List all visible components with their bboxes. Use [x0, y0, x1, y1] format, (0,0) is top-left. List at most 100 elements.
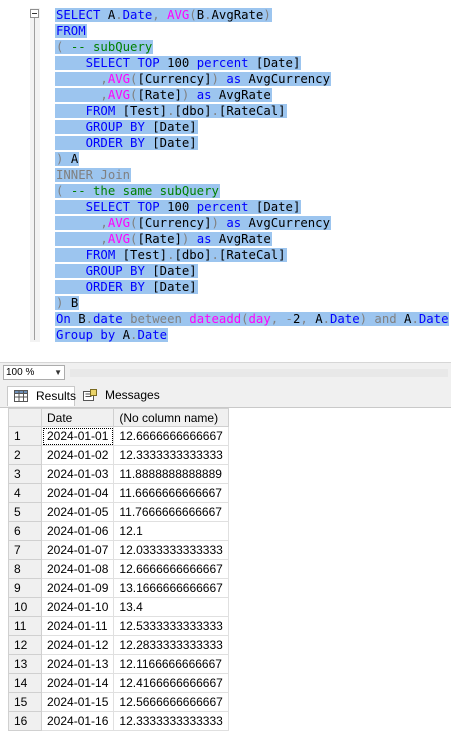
value-cell[interactable]: 12.6666666666667	[113, 426, 229, 446]
table-row[interactable]: 4 2024-01-04 11.6666666666667	[8, 483, 229, 503]
table-row[interactable]: 9 2024-01-09 13.1666666666667	[8, 578, 229, 598]
selected-text: ,AVG([Currency]) as AvgCurrency	[55, 72, 331, 86]
table-row[interactable]: 15 2024-01-15 12.5666666666667	[8, 692, 229, 712]
date-cell[interactable]: 2024-01-11	[40, 616, 115, 636]
date-cell[interactable]: 2024-01-05	[40, 502, 115, 522]
row-number[interactable]: 7	[8, 540, 42, 560]
value-cell[interactable]: 12.1166666666667	[113, 654, 229, 674]
code-line[interactable]: INNER Join	[55, 167, 132, 183]
horizontal-scrollbar[interactable]	[70, 369, 448, 377]
code-line[interactable]: ORDER BY [Date]	[55, 135, 198, 151]
row-number[interactable]: 13	[8, 654, 42, 674]
value-cell[interactable]: 12.3333333333333	[113, 445, 229, 465]
row-number[interactable]: 9	[8, 578, 42, 598]
selected-text: FROM	[55, 24, 87, 38]
date-cell[interactable]: 2024-01-10	[40, 597, 115, 617]
code-line[interactable]: ,AVG([Currency]) as AvgCurrency	[55, 215, 331, 231]
code-line[interactable]: ( -- subQuery	[55, 39, 154, 55]
table-row[interactable]: 5 2024-01-05 11.7666666666667	[8, 502, 229, 522]
row-number[interactable]: 4	[8, 483, 42, 503]
value-cell[interactable]: 12.6666666666667	[113, 559, 229, 579]
tab-messages[interactable]: Messages	[77, 386, 160, 406]
table-row[interactable]: 3 2024-01-03 11.8888888888889	[8, 464, 229, 484]
date-cell[interactable]: 2024-01-07	[40, 540, 115, 560]
table-row[interactable]: 2 2024-01-02 12.3333333333333	[8, 445, 229, 465]
date-cell[interactable]: 2024-01-04	[40, 483, 115, 503]
value-cell[interactable]: 12.0333333333333	[113, 540, 229, 560]
value-cell[interactable]: 12.1	[113, 521, 229, 541]
code-line[interactable]: ,AVG([Currency]) as AvgCurrency	[55, 71, 331, 87]
value-cell[interactable]: 11.7666666666667	[113, 502, 229, 522]
code-line[interactable]: FROM [Test].[dbo].[RateCal]	[55, 103, 287, 119]
table-row[interactable]: 7 2024-01-07 12.0333333333333	[8, 540, 229, 560]
date-cell[interactable]: 2024-01-08	[40, 559, 115, 579]
row-number[interactable]: 11	[8, 616, 42, 636]
row-number[interactable]: 3	[8, 464, 42, 484]
date-cell[interactable]: 2024-01-13	[40, 654, 115, 674]
row-number[interactable]: 14	[8, 673, 42, 693]
value-cell[interactable]: 11.6666666666667	[113, 483, 229, 503]
column-header-value[interactable]: (No column name)	[113, 408, 229, 427]
row-number[interactable]: 6	[8, 521, 42, 541]
tab-results[interactable]: Results	[7, 386, 76, 406]
date-cell[interactable]: 2024-01-01	[40, 426, 115, 446]
date-cell[interactable]: 2024-01-14	[40, 673, 115, 693]
code-line[interactable]: FROM	[55, 23, 87, 39]
row-number[interactable]: 10	[8, 597, 42, 617]
value-cell[interactable]: 12.5666666666667	[113, 692, 229, 712]
code-line[interactable]: Group by A.Date	[55, 327, 169, 343]
date-cell[interactable]: 2024-01-09	[40, 578, 115, 598]
code-line[interactable]: SELECT A.Date, AVG(B.AvgRate)	[55, 7, 272, 23]
code-line[interactable]: ,AVG([Rate]) as AvgRate	[55, 87, 272, 103]
code-line[interactable]: GROUP BY [Date]	[55, 119, 198, 135]
query-editor[interactable]: SELECT A.Date, AVG(B.AvgRate) FROM( -- su…	[0, 0, 451, 362]
table-row[interactable]: 12 2024-01-12 12.2833333333333	[8, 635, 229, 655]
code-line[interactable]: On B.date between dateadd(day, -2, A.Dat…	[55, 311, 450, 327]
row-number[interactable]: 1	[8, 426, 42, 446]
code-line[interactable]: ,AVG([Rate]) as AvgRate	[55, 231, 272, 247]
row-number[interactable]: 5	[8, 502, 42, 522]
code-token: as	[226, 216, 249, 230]
value-cell[interactable]: 11.8888888888889	[113, 464, 229, 484]
column-header-date[interactable]: Date	[40, 408, 115, 427]
value-cell[interactable]: 13.1666666666667	[113, 578, 229, 598]
table-row[interactable]: 16 2024-01-16 12.3333333333333	[8, 711, 229, 731]
collapse-outline-icon[interactable]	[30, 9, 39, 18]
table-row[interactable]: 8 2024-01-08 12.6666666666667	[8, 559, 229, 579]
table-row[interactable]: 11 2024-01-11 12.5333333333333	[8, 616, 229, 636]
row-number[interactable]: 15	[8, 692, 42, 712]
results-grid[interactable]: Date (No column name) 1 2024-01-01 12.6666…	[0, 408, 451, 739]
row-number[interactable]: 8	[8, 559, 42, 579]
date-cell[interactable]: 2024-01-12	[40, 635, 115, 655]
date-cell[interactable]: 2024-01-02	[40, 445, 115, 465]
date-cell[interactable]: 2024-01-03	[40, 464, 115, 484]
value-cell[interactable]: 12.3333333333333	[113, 711, 229, 731]
code-line[interactable]: SELECT TOP 100 percent [Date]	[55, 55, 302, 71]
row-number[interactable]: 12	[8, 635, 42, 655]
table-row[interactable]: 1 2024-01-01 12.6666666666667	[8, 426, 229, 446]
date-cell[interactable]: 2024-01-16	[40, 711, 115, 731]
code-line[interactable]: ) B	[55, 295, 80, 311]
table-row[interactable]: 13 2024-01-13 12.1166666666667	[8, 654, 229, 674]
code-line[interactable]: ORDER BY [Date]	[55, 279, 198, 295]
table-row[interactable]: 14 2024-01-14 12.4166666666667	[8, 673, 229, 693]
value-cell[interactable]: 12.2833333333333	[113, 635, 229, 655]
selected-text: ) B	[55, 296, 80, 310]
code-line[interactable]: ( -- the same subQuery	[55, 183, 220, 199]
code-line[interactable]: ) A	[55, 151, 80, 167]
value-cell[interactable]: 12.5333333333333	[113, 616, 229, 636]
code-line[interactable]: SELECT TOP 100 percent [Date]	[55, 199, 302, 215]
date-cell[interactable]: 2024-01-15	[40, 692, 115, 712]
table-row[interactable]: 6 2024-01-06 12.1	[8, 521, 229, 541]
date-cell[interactable]: 2024-01-06	[40, 521, 115, 541]
corner-cell[interactable]	[8, 408, 42, 427]
table-row[interactable]: 10 2024-01-10 13.4	[8, 597, 229, 617]
zoom-dropdown[interactable]: 100 % ▼	[3, 365, 65, 380]
row-number[interactable]: 2	[8, 445, 42, 465]
value-cell[interactable]: 13.4	[113, 597, 229, 617]
row-number[interactable]: 16	[8, 711, 42, 731]
code-token: AvgRate	[218, 232, 271, 246]
value-cell[interactable]: 12.4166666666667	[113, 673, 229, 693]
code-line[interactable]: GROUP BY [Date]	[55, 263, 198, 279]
code-line[interactable]: FROM [Test].[dbo].[RateCal]	[55, 247, 287, 263]
